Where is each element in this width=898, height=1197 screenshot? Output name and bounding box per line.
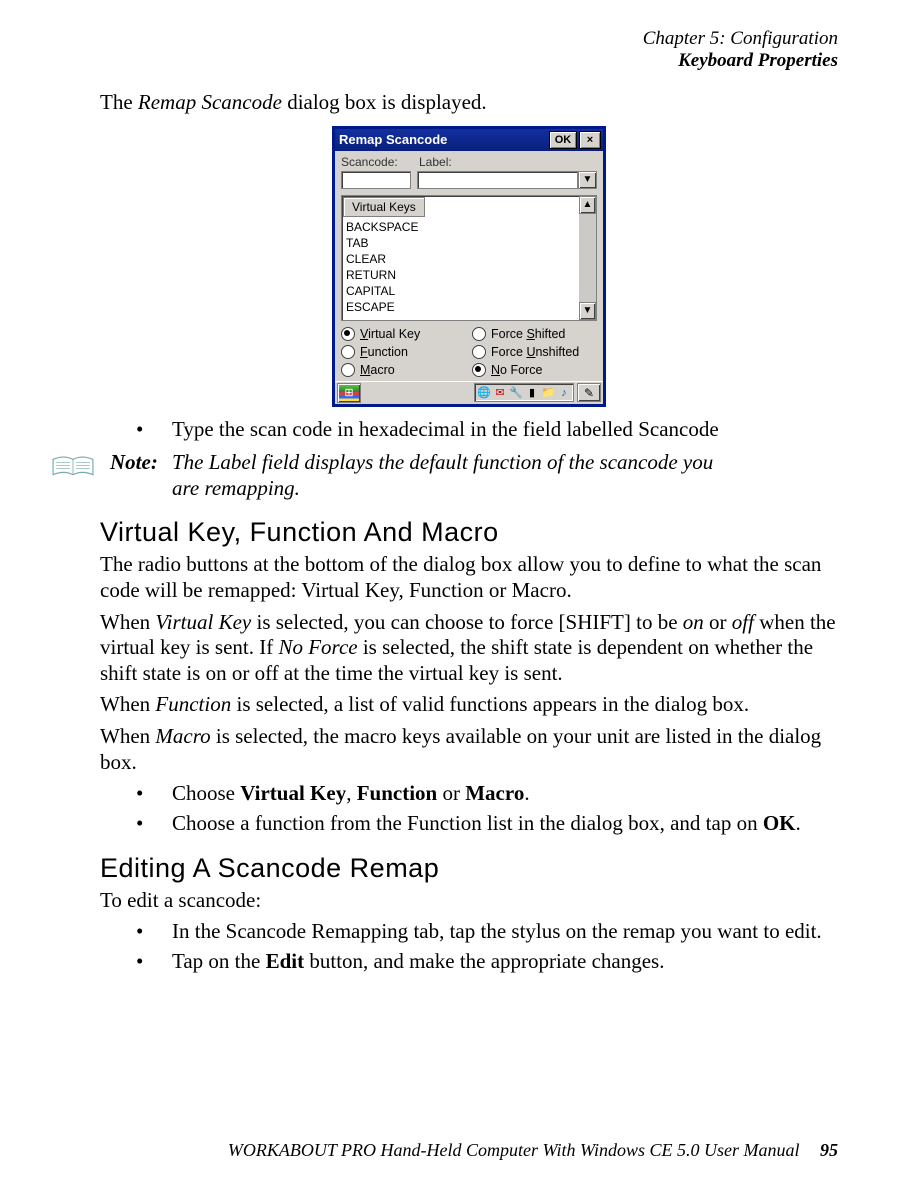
p3: When Function is selected, a list of val… [100,692,838,718]
note-label: Note: [110,450,172,476]
radio-no-force[interactable]: No Force [472,363,597,377]
chapter-label: Chapter 5: Configuration [643,28,838,50]
tray-icon[interactable]: ▮ [526,387,538,399]
bullet-text: Type the scan code in hexadecimal in the… [172,417,638,441]
dialog-body: Scancode: Label: ▼ Virtual Keys BA [335,151,603,381]
tray-icon[interactable]: ♪ [558,387,570,399]
bullet-edit-1: • In the Scancode Remapping tab, tap the… [136,919,838,945]
note-text: Note:The Label field displays the defaul… [110,450,838,501]
tray-icon[interactable]: ✉ [494,387,506,399]
tray-icon[interactable]: 🔧 [510,387,522,399]
note-line2: are remapping. [172,476,838,502]
listbox-tab[interactable]: Virtual Keys [343,197,425,217]
label-dropdown-button[interactable]: ▼ [578,171,597,189]
scroll-down-button[interactable]: ▼ [579,302,596,320]
bullet-scancode: • Type the scan code in hexadecimal in t… [136,417,838,443]
tray-icon[interactable]: 🌐 [478,387,490,399]
radio-dot [472,363,486,377]
radio-force-shifted[interactable]: Force Shifted [472,327,597,341]
listbox-content[interactable]: Virtual Keys BACKSPACE TAB CLEAR RETURN … [342,196,579,320]
field-inputs-row: ▼ [341,171,597,189]
radio-dot [341,327,355,341]
bullet-ital: Scancode [638,417,718,441]
taskbar: ⊞ 🌐 ✉ 🔧 ▮ 📁 ♪ ✎ [335,381,603,404]
content-area: The Remap Scancode dialog box is display… [100,90,838,974]
intro-pre: The [100,90,138,114]
radio-macro[interactable]: Macro [341,363,466,377]
remap-scancode-window: Remap Scancode OK × Scancode: Label: ▼ [332,126,606,407]
sip-button[interactable]: ✎ [577,383,601,402]
footer-text: WORKABOUT PRO Hand-Held Computer With Wi… [228,1140,800,1160]
ok-button[interactable]: OK [549,131,577,149]
section-label: Keyboard Properties [643,50,838,72]
list-item[interactable]: CAPITAL [342,283,579,299]
intro-post: dialog box is displayed. [282,90,487,114]
radio-dot [472,345,486,359]
radio-dot [341,345,355,359]
heading-vk-func-macro: Virtual Key, Function And Macro [100,517,838,548]
heading-editing: Editing A Scancode Remap [100,853,838,884]
label-dropdown-field[interactable] [417,171,578,189]
radio-function[interactable]: Function [341,345,466,359]
radio-force-unshifted[interactable]: Force Unshifted [472,345,597,359]
list-item[interactable]: RETURN [342,267,579,283]
book-icon [50,450,110,487]
label-label: Label: [419,155,452,169]
bullet-choose-2: • Choose a function from the Function li… [136,811,838,837]
scancode-label: Scancode: [341,155,411,169]
scroll-track[interactable] [579,214,596,302]
titlebar: Remap Scancode OK × [335,129,603,151]
field-labels-row: Scancode: Label: [341,155,597,171]
radio-virtual-key[interactable]: Virtual Key [341,327,466,341]
start-button[interactable]: ⊞ [337,383,361,403]
note-line1: The Label field displays the default fun… [172,450,713,474]
radio-dot [472,327,486,341]
list-item[interactable]: TAB [342,235,579,251]
running-header: Chapter 5: Configuration Keyboard Proper… [643,28,838,72]
bullet-choose-1: • Choose Virtual Key, Function or Macro. [136,781,838,807]
tray-icon[interactable]: 📁 [542,387,554,399]
label-dropdown[interactable]: ▼ [417,171,597,189]
footer: WORKABOUT PRO Hand-Held Computer With Wi… [228,1140,838,1161]
radio-dot [341,363,355,377]
intro-ital: Remap Scancode [138,90,282,114]
dialog-figure: Remap Scancode OK × Scancode: Label: ▼ [100,126,838,407]
close-button[interactable]: × [579,131,601,149]
scroll-up-button[interactable]: ▲ [579,196,596,214]
note: Note:The Label field displays the defaul… [50,450,838,501]
list-item[interactable]: ESCAPE [342,299,579,315]
p1: The radio buttons at the bottom of the d… [100,552,838,603]
scancode-input[interactable] [341,171,411,189]
p2: When Virtual Key is selected, you can ch… [100,610,838,687]
bullet-edit-2: • Tap on the Edit button, and make the a… [136,949,838,975]
p5: To edit a scancode: [100,888,838,914]
radio-options: Virtual Key Force Shifted Function [341,327,597,377]
intro-text: The Remap Scancode dialog box is display… [100,90,838,116]
listbox-scrollbar[interactable]: ▲ ▼ [579,196,596,320]
page: Chapter 5: Configuration Keyboard Proper… [0,0,898,1197]
virtual-keys-listbox[interactable]: Virtual Keys BACKSPACE TAB CLEAR RETURN … [341,195,597,321]
dialog-title: Remap Scancode [339,132,447,147]
system-tray[interactable]: 🌐 ✉ 🔧 ▮ 📁 ♪ [474,383,574,402]
p4: When Macro is selected, the macro keys a… [100,724,838,775]
list-item[interactable]: BACKSPACE [342,219,579,235]
list-item[interactable]: CLEAR [342,251,579,267]
page-number: 95 [820,1140,838,1160]
